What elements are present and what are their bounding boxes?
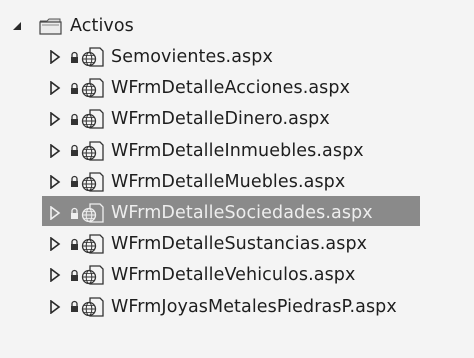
- lock-icon: [70, 207, 79, 220]
- lock-icon: [70, 238, 79, 251]
- web-form-icon: [81, 171, 105, 193]
- lock-icon: [70, 300, 79, 313]
- web-form-icon: [81, 108, 105, 130]
- collapsed-caret-icon[interactable]: [44, 77, 66, 99]
- file-label: WFrmJoyasMetalesPiedrasP.aspx: [111, 296, 397, 317]
- web-form-icon: [81, 264, 105, 286]
- file-item[interactable]: WFrmDetalleAcciones.aspx: [44, 73, 350, 103]
- collapsed-caret-icon[interactable]: [44, 171, 66, 193]
- collapsed-caret-icon[interactable]: [44, 233, 66, 255]
- file-label: WFrmDetalleInmuebles.aspx: [111, 140, 364, 161]
- collapsed-caret-icon[interactable]: [44, 202, 66, 224]
- file-label: WFrmDetalleAcciones.aspx: [111, 78, 351, 99]
- collapsed-caret-icon[interactable]: [44, 108, 66, 130]
- lock-icon: [70, 82, 79, 95]
- file-item[interactable]: WFrmDetalleDinero.aspx: [44, 104, 330, 134]
- file-item[interactable]: WFrmDetalleSociedades.aspx: [44, 198, 373, 228]
- web-form-icon: [81, 46, 105, 68]
- file-item[interactable]: WFrmDetalleVehiculos.aspx: [44, 260, 355, 290]
- lock-icon: [70, 113, 79, 126]
- collapsed-caret-icon[interactable]: [44, 296, 66, 318]
- folder-activos[interactable]: Activos: [6, 11, 134, 41]
- expanded-caret-icon[interactable]: [6, 15, 28, 37]
- web-form-icon: [81, 140, 105, 162]
- file-item[interactable]: WFrmDetalleSustancias.aspx: [44, 229, 367, 259]
- lock-icon: [70, 175, 79, 188]
- lock-icon: [70, 269, 79, 282]
- file-label: WFrmDetalleSociedades.aspx: [111, 203, 373, 223]
- lock-icon: [70, 51, 79, 64]
- lock-icon: [70, 144, 79, 157]
- collapsed-caret-icon[interactable]: [44, 140, 66, 162]
- collapsed-caret-icon[interactable]: [44, 46, 66, 68]
- web-form-icon: [81, 77, 105, 99]
- file-label: WFrmDetalleVehiculos.aspx: [111, 265, 356, 286]
- web-form-icon: [81, 202, 105, 224]
- file-item[interactable]: Semovientes.aspx: [44, 42, 273, 72]
- collapsed-caret-icon[interactable]: [44, 264, 66, 286]
- file-label: WFrmDetalleDinero.aspx: [111, 109, 330, 130]
- folder-icon: [38, 16, 64, 36]
- folder-label: Activos: [70, 16, 134, 36]
- file-label: WFrmDetalleSustancias.aspx: [111, 234, 368, 255]
- file-item[interactable]: WFrmJoyasMetalesPiedrasP.aspx: [44, 292, 397, 322]
- web-form-icon: [81, 296, 105, 318]
- file-item[interactable]: WFrmDetalleMuebles.aspx: [44, 167, 345, 197]
- file-label: Semovientes.aspx: [111, 47, 273, 67]
- web-form-icon: [81, 233, 105, 255]
- file-label: WFrmDetalleMuebles.aspx: [111, 171, 346, 192]
- file-item[interactable]: WFrmDetalleInmuebles.aspx: [44, 136, 364, 166]
